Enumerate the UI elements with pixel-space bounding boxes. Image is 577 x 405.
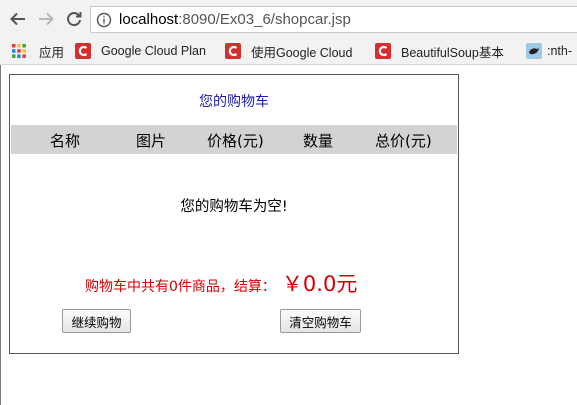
url-path: :8090/Ex03_6/shopcar.jsp xyxy=(178,11,351,28)
column-header-price: 价格(元) xyxy=(207,132,264,150)
apps-grid-icon xyxy=(12,44,26,58)
cart-summary: 购物车中共有0件商品，结算： ￥0.0元 xyxy=(85,268,357,298)
bookmark-apps[interactable]: 应用 xyxy=(11,42,64,60)
forward-button[interactable] xyxy=(35,8,57,30)
summary-label: 购物车中共有0件商品，结算： xyxy=(85,279,276,295)
reload-button[interactable] xyxy=(63,8,85,30)
bookmark-beautifulsoup[interactable]: BeautifulSoup基本 xyxy=(375,42,504,60)
column-header-quantity: 数量 xyxy=(303,132,334,150)
reload-icon xyxy=(67,12,82,27)
forward-arrow-icon xyxy=(39,12,54,26)
empty-cart-message: 您的购物车为空! xyxy=(180,199,288,215)
bookmark-label: BeautifulSoup基本 xyxy=(401,45,504,60)
column-header-image: 图片 xyxy=(136,132,167,150)
address-bar[interactable]: localhost:8090/Ex03_6/shopcar.jsp xyxy=(90,6,577,33)
browser-toolbar: localhost:8090/Ex03_6/shopcar.jsp xyxy=(0,0,577,38)
info-icon[interactable] xyxy=(96,12,112,28)
bookmark-google-cloud-plan[interactable]: Google Cloud Plan xyxy=(75,42,206,60)
bookmark-use-google-cloud[interactable]: 使用Google Cloud xyxy=(225,42,352,60)
page-left-border xyxy=(0,65,1,405)
column-header-total: 总价(元) xyxy=(375,132,432,150)
c-logo-icon xyxy=(75,43,91,59)
cart-table-header: 名称 图片 价格(元) 数量 总价(元) xyxy=(11,125,457,154)
cart-title: 您的购物车 xyxy=(199,94,269,110)
clear-cart-button[interactable]: 清空购物车 xyxy=(280,309,361,333)
back-arrow-icon xyxy=(10,12,25,26)
url-host: localhost xyxy=(119,11,179,28)
back-button[interactable] xyxy=(7,8,29,30)
bookmark-label: 使用Google Cloud xyxy=(251,45,353,60)
url-text: localhost:8090/Ex03_6/shopcar.jsp xyxy=(119,11,351,28)
c-logo-icon xyxy=(375,43,391,59)
continue-shopping-button[interactable]: 继续购物 xyxy=(62,309,131,333)
column-header-name: 名称 xyxy=(50,132,81,150)
bookmark-label: 应用 xyxy=(39,45,65,60)
bookmarks-bar: 应用 Google Cloud Plan 使用Google Cloud Beau… xyxy=(0,38,577,65)
summary-total: ￥0.0元 xyxy=(281,272,358,296)
bookmark-label: :nth- xyxy=(547,44,573,58)
bookmark-nth[interactable]: :nth- xyxy=(526,42,572,60)
shopping-cart-panel: 您的购物车 名称 图片 价格(元) 数量 总价(元) 您的购物车为空! 购物车中… xyxy=(9,74,459,354)
bird-icon xyxy=(526,43,542,59)
c-logo-icon xyxy=(225,43,241,59)
bookmark-label: Google Cloud Plan xyxy=(101,44,206,58)
